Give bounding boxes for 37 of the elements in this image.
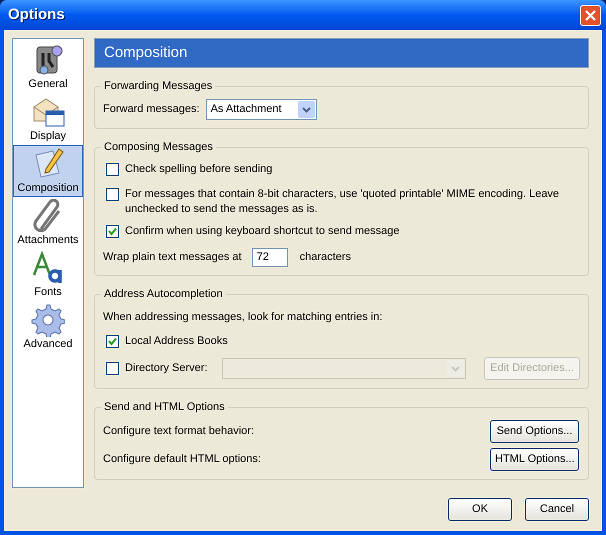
checkbox-label: Directory Server: (125, 361, 209, 376)
window-title: Options (8, 4, 65, 25)
field-label: Configure default HTML options: (103, 452, 261, 468)
button[interactable]: Cancel (525, 498, 589, 521)
field-label: Forward messages: (103, 102, 200, 118)
checkbox-label: Local Address Books (125, 334, 229, 349)
number-field[interactable]: 72 (252, 248, 288, 266)
checkbox-label: For messages that contain 8-bit characters, use 'quoted printable' MIME encoding. Leave unchecked to send the messages as is. (125, 187, 560, 217)
button[interactable]: Send Options... (490, 420, 579, 443)
field-suffix: characters (300, 250, 351, 265)
sidebar-item[interactable]: Composition (13, 145, 83, 197)
close-icon (585, 10, 596, 20)
sidebar-item[interactable]: Display (13, 93, 83, 145)
field-label: Configure text format behavior: (103, 424, 254, 440)
group-title: Address Autocompletion (101, 287, 226, 301)
checkbox[interactable] (106, 225, 119, 238)
sidebar-item[interactable]: Attachments (13, 197, 83, 249)
gear-icon (31, 303, 65, 337)
checkbox[interactable] (106, 188, 119, 201)
page-title: Composition (104, 42, 188, 63)
checkbox[interactable] (106, 335, 119, 348)
button[interactable]: HTML Options... (490, 448, 579, 471)
button[interactable]: OK (448, 498, 512, 521)
sidebar-item[interactable]: Advanced (13, 301, 83, 353)
checkbox-label: Check spelling before sending (125, 162, 274, 177)
checkbox[interactable] (106, 163, 119, 176)
sidebar-item[interactable]: General (13, 41, 83, 93)
font-icon (31, 251, 65, 285)
group-title: Forwarding Messages (101, 79, 216, 93)
checkbox-label: Confirm when using keyboard shortcut to send message (125, 224, 401, 239)
group-title: Composing Messages (101, 140, 216, 154)
description-text: When addressing messages, look for matching entries in: (103, 310, 382, 325)
close-button[interactable] (580, 4, 601, 26)
sidebar-item[interactable]: Fonts (13, 249, 83, 301)
field-label: Wrap plain text messages at (103, 250, 242, 265)
group-title: Send and HTML Options (101, 400, 228, 414)
dropdown[interactable]: As Attachment (206, 99, 317, 120)
